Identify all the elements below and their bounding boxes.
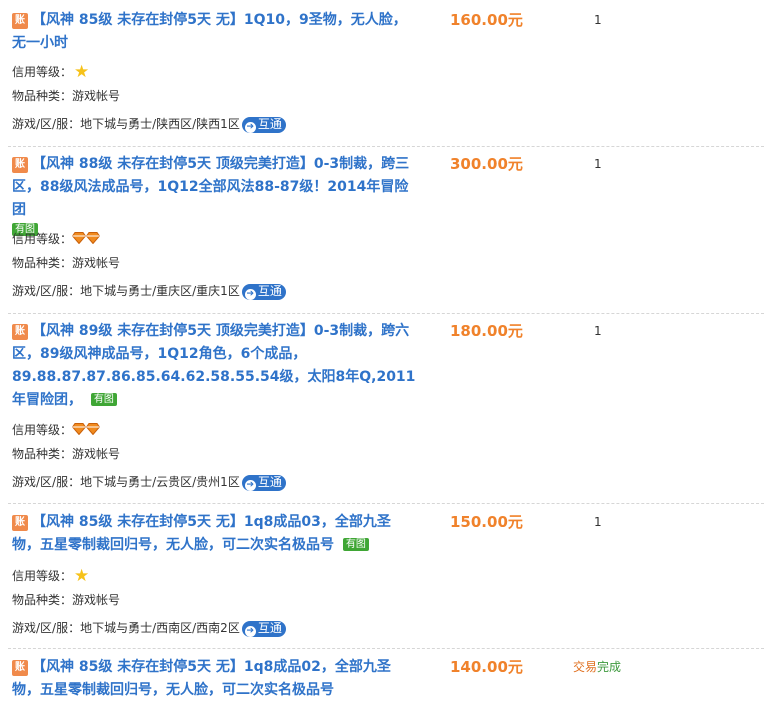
listing-title-link[interactable]: 账【风神 89级 未存在封停5天 顶级完美打造】0-3制裁，跨六区，89级风神成…	[12, 323, 415, 408]
has-picture-badge[interactable]: 有图	[90, 393, 117, 406]
diamond-icon	[86, 423, 101, 435]
divider	[8, 503, 764, 504]
listing-quantity: 1	[594, 157, 602, 171]
server-value: 地下城与勇士/重庆区/重庆1区	[80, 284, 240, 298]
category-label: 物品种类：	[12, 89, 73, 103]
listing-title[interactable]: 【风神 88级 未存在封停5天 顶级完美打造】0-3制裁，跨三区，88级风法成品…	[12, 156, 409, 218]
listing-item: 账【风神 85级 未存在封停5天 无】1q8成品02，全部九圣物，五星零制裁回归…	[0, 656, 764, 708]
divider	[8, 146, 764, 147]
hutong-badge[interactable]: ➔ 互通	[241, 475, 286, 491]
listing-quantity: 1	[594, 324, 602, 338]
category-row: 物品种类：游戏帐号	[12, 255, 120, 271]
trade-status-part: 交易	[573, 660, 598, 674]
server-value: 地下城与勇士/云贵区/贵州1区	[80, 475, 240, 489]
arrow-circle-icon: ➔	[244, 480, 256, 491]
listing-title-link[interactable]: 账【风神 85级 未存在封停5天 无】1q8成品03，全部九圣物，五星零制裁回归…	[12, 514, 391, 553]
server-row: 游戏/区/服：地下城与勇士/西南区/西南2区 ➔ 互通	[12, 620, 286, 637]
listing-item: 账【风神 85级 未存在封停5天 无】1q8成品03，全部九圣物，五星零制裁回归…	[0, 511, 764, 649]
hutong-badge[interactable]: ➔ 互通	[241, 284, 286, 300]
category-row: 物品种类：游戏帐号	[12, 88, 120, 104]
credit-row: 信用等级： ★	[12, 566, 90, 586]
listing-title[interactable]: 【风神 85级 未存在封停5天 无】1q8成品03，全部九圣物，五星零制裁回归号…	[12, 514, 391, 553]
listing-price: 150.00元	[450, 513, 523, 531]
listing-item: 账【风神 85级 未存在封停5天 无】1Q10，9圣物，无人脸，无一小时 160…	[0, 9, 764, 147]
server-row: 游戏/区/服：地下城与勇士/云贵区/贵州1区 ➔ 互通	[12, 474, 286, 491]
listing-item: 账【风神 88级 未存在封停5天 顶级完美打造】0-3制裁，跨三区，88级风法成…	[0, 153, 764, 314]
divider	[8, 313, 764, 314]
category-label: 物品种类：	[12, 447, 73, 461]
listing-title[interactable]: 【风神 85级 未存在封停5天 无】1q8成品02，全部九圣物，五星零制裁回归号…	[12, 659, 391, 698]
hutong-label: 互通	[257, 284, 282, 298]
server-value: 地下城与勇士/陕西区/陕西1区	[80, 117, 240, 131]
zhang-tag-icon: 账	[12, 157, 28, 173]
server-value: 地下城与勇士/西南区/西南2区	[80, 621, 240, 635]
category-label: 物品种类：	[12, 256, 73, 270]
trade-status-part: 完成	[597, 660, 622, 674]
star-icon: ★	[74, 566, 90, 586]
server-label: 游戏/区/服：	[12, 621, 81, 635]
listing-item: 账【风神 89级 未存在封停5天 顶级完美打造】0-3制裁，跨六区，89级风神成…	[0, 320, 764, 504]
listing-quantity: 1	[594, 515, 602, 529]
arrow-circle-icon: ➔	[244, 289, 256, 300]
category-value: 游戏帐号	[72, 447, 121, 461]
listing-title-block: 账【风神 85级 未存在封停5天 无】1q8成品02，全部九圣物，五星零制裁回归…	[12, 656, 417, 702]
credit-label: 信用等级：	[12, 65, 73, 79]
category-row: 物品种类：游戏帐号	[12, 446, 120, 462]
hutong-label: 互通	[257, 117, 282, 131]
hutong-badge[interactable]: ➔ 互通	[241, 621, 286, 637]
hutong-badge[interactable]: ➔ 互通	[241, 117, 286, 133]
credit-label: 信用等级：	[12, 569, 73, 583]
credit-row: 信用等级：	[12, 422, 101, 438]
listing-price: 140.00元	[450, 658, 523, 676]
listing-title-link[interactable]: 账【风神 85级 未存在封停5天 无】1Q10，9圣物，无人脸，无一小时	[12, 12, 407, 51]
category-row: 物品种类：游戏帐号	[12, 592, 120, 608]
listing-title-block: 账【风神 89级 未存在封停5天 顶级完美打造】0-3制裁，跨六区，89级风神成…	[12, 320, 417, 412]
listing-price: 180.00元	[450, 322, 523, 340]
zhang-tag-icon: 账	[12, 13, 28, 29]
credit-label: 信用等级：	[12, 232, 73, 246]
has-picture-badge[interactable]: 有图	[342, 538, 369, 551]
divider	[8, 648, 764, 649]
listing-quantity: 1	[594, 13, 602, 27]
diamond-icon	[72, 232, 87, 244]
category-label: 物品种类：	[12, 593, 73, 607]
credit-row: 信用等级：	[12, 231, 101, 247]
arrow-circle-icon: ➔	[244, 626, 256, 637]
listing-price: 160.00元	[450, 11, 523, 29]
zhang-tag-icon: 账	[12, 324, 28, 340]
server-row: 游戏/区/服：地下城与勇士/重庆区/重庆1区 ➔ 互通	[12, 283, 286, 300]
trade-status: 交易完成	[573, 659, 621, 675]
listing-title-block: 账【风神 85级 未存在封停5天 无】1q8成品03，全部九圣物，五星零制裁回归…	[12, 511, 417, 557]
listing-title[interactable]: 【风神 89级 未存在封停5天 顶级完美打造】0-3制裁，跨六区，89级风神成品…	[12, 323, 415, 408]
diamond-icon	[86, 232, 101, 244]
zhang-tag-icon: 账	[12, 515, 28, 531]
server-row: 游戏/区/服：地下城与勇士/陕西区/陕西1区 ➔ 互通	[12, 116, 286, 133]
server-label: 游戏/区/服：	[12, 284, 81, 298]
listing-title-block: 账【风神 88级 未存在封停5天 顶级完美打造】0-3制裁，跨三区，88级风法成…	[12, 153, 417, 236]
hutong-label: 互通	[257, 621, 282, 635]
listing-title-link[interactable]: 账【风神 88级 未存在封停5天 顶级完美打造】0-3制裁，跨三区，88级风法成…	[12, 156, 409, 218]
listing-title[interactable]: 【风神 85级 未存在封停5天 无】1Q10，9圣物，无人脸，无一小时	[12, 12, 407, 51]
hutong-label: 互通	[257, 475, 282, 489]
credit-row: 信用等级： ★	[12, 62, 90, 82]
server-label: 游戏/区/服：	[12, 117, 81, 131]
listing-price: 300.00元	[450, 155, 523, 173]
credit-label: 信用等级：	[12, 423, 73, 437]
server-label: 游戏/区/服：	[12, 475, 81, 489]
diamond-icon	[72, 423, 87, 435]
listing-title-link[interactable]: 账【风神 85级 未存在封停5天 无】1q8成品02，全部九圣物，五星零制裁回归…	[12, 659, 391, 698]
category-value: 游戏帐号	[72, 593, 121, 607]
star-icon: ★	[74, 62, 90, 82]
listing-title-block: 账【风神 85级 未存在封停5天 无】1Q10，9圣物，无人脸，无一小时	[12, 9, 417, 55]
category-value: 游戏帐号	[72, 256, 121, 270]
zhang-tag-icon: 账	[12, 660, 28, 676]
arrow-circle-icon: ➔	[244, 122, 256, 133]
category-value: 游戏帐号	[72, 89, 121, 103]
